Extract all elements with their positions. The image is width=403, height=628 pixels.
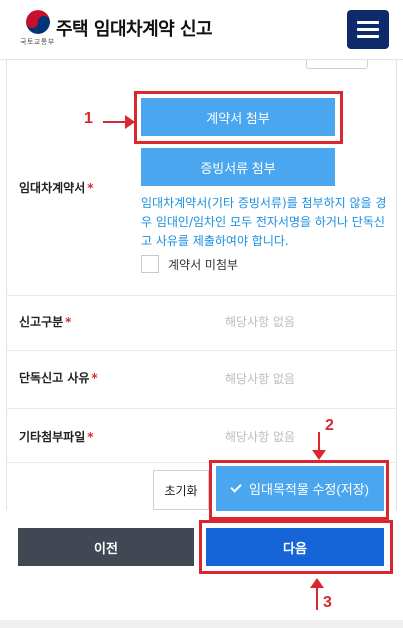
annotation-number-2: 2 — [325, 417, 334, 434]
annotation-arrow-right-icon — [103, 115, 135, 129]
report-type-label: 신고구분 * — [19, 313, 71, 330]
attach-evidence-button[interactable]: 증빙서류 첨부 — [141, 148, 335, 186]
hamburger-menu-button[interactable] — [347, 10, 389, 49]
app-header: 국토교통부 주택 임대차계약 신고 — [0, 0, 403, 60]
hamburger-line — [357, 35, 379, 38]
previous-section-stub — [306, 60, 368, 69]
check-icon — [230, 480, 242, 493]
divider — [6, 295, 397, 296]
annotation-number-1: 1 — [84, 110, 93, 127]
panel-border-left — [6, 60, 7, 510]
divider — [6, 350, 397, 351]
sole-report-reason-value: 해당사항 없음 — [225, 372, 296, 386]
ministry-name: 국토교통부 — [20, 38, 55, 46]
annotation-arrow-down-icon — [312, 432, 326, 460]
attachment-notice: 임대차계약서(기타 증빙서류)를 첨부하지 않을 경우 임대인/임차인 모두 전… — [141, 196, 387, 248]
required-mark: * — [87, 181, 94, 195]
required-mark: * — [65, 315, 72, 329]
annotation-number-3: 3 — [323, 594, 332, 611]
divider — [6, 408, 397, 409]
government-emblem-icon — [26, 10, 50, 34]
panel-border-right — [396, 60, 397, 510]
contract-label: 임대차계약서 * — [19, 179, 94, 196]
hamburger-menu-icon — [357, 21, 379, 24]
other-attachment-label-text: 기타첨부파일 — [19, 430, 86, 444]
save-property-label: 임대목적물 수정(저장) — [249, 482, 369, 497]
reset-button[interactable]: 초기화 — [153, 470, 209, 510]
report-type-label-text: 신고구분 — [19, 315, 64, 329]
sole-report-reason-label-text: 단독신고 사유 — [19, 371, 90, 385]
required-mark: * — [91, 371, 98, 385]
previous-button[interactable]: 이전 — [18, 528, 194, 566]
no-attach-checkbox[interactable] — [141, 255, 159, 273]
other-attachment-value: 해당사항 없음 — [225, 430, 296, 444]
no-attach-label: 계약서 미첨부 — [168, 257, 239, 272]
attach-contract-button[interactable]: 계약서 첨부 — [141, 98, 335, 136]
page-title: 주택 임대차계약 신고 — [56, 19, 213, 40]
other-attachment-label: 기타첨부파일 * — [19, 428, 94, 445]
report-type-value: 해당사항 없음 — [225, 315, 296, 329]
required-mark: * — [87, 430, 94, 444]
hamburger-line — [357, 28, 379, 31]
next-button[interactable]: 다음 — [206, 528, 384, 566]
contract-label-text: 임대차계약서 — [19, 181, 86, 195]
no-attach-option[interactable]: 계약서 미첨부 — [141, 255, 238, 273]
save-property-button[interactable]: 임대목적물 수정(저장) — [216, 466, 384, 511]
annotation-arrow-up-icon — [310, 578, 324, 610]
bottom-strip — [0, 620, 403, 628]
sole-report-reason-label: 단독신고 사유 * — [19, 369, 98, 386]
